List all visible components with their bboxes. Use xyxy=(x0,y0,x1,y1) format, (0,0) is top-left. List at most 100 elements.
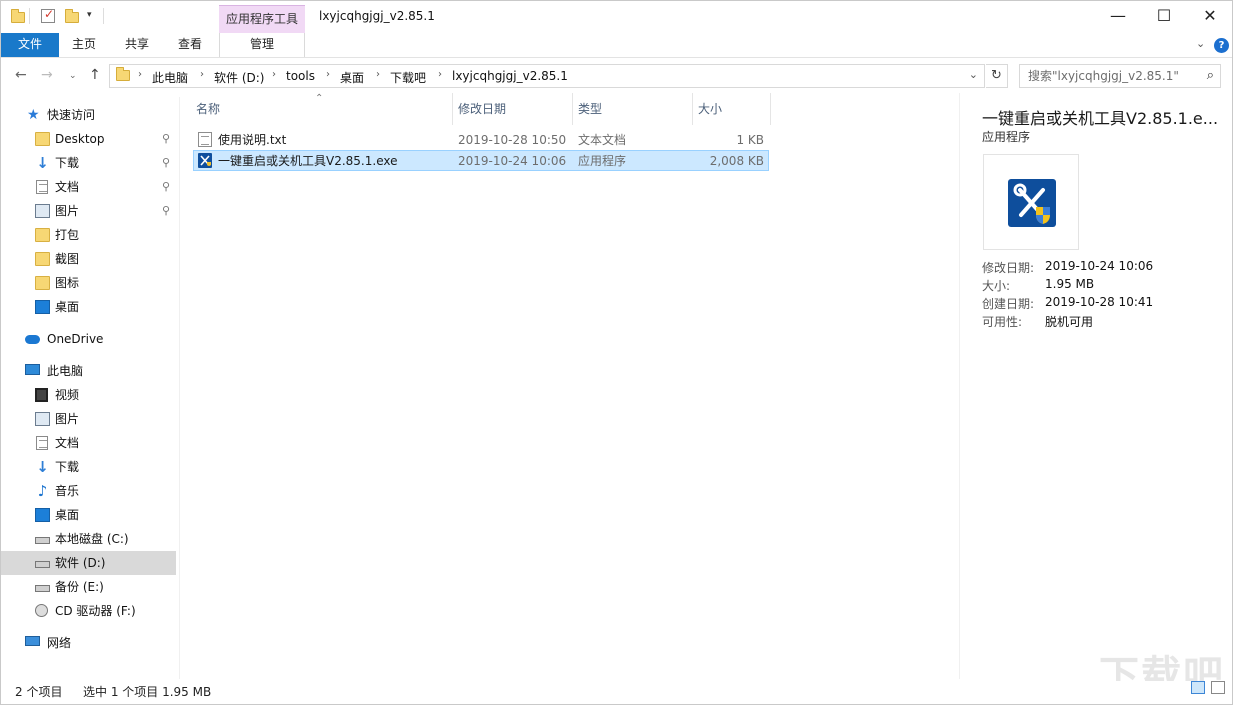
tab-view[interactable]: 查看 xyxy=(165,33,215,57)
music-icon: ♪ xyxy=(35,484,50,498)
breadcrumb-tools[interactable]: tools xyxy=(286,69,315,83)
help-icon[interactable]: ? xyxy=(1214,38,1229,53)
new-folder-icon[interactable] xyxy=(65,8,83,26)
breadcrumb-separator-icon[interactable]: › xyxy=(138,69,142,80)
folder-icon xyxy=(35,252,50,266)
nav-item-videos[interactable]: 视频 xyxy=(1,383,176,407)
divider xyxy=(29,8,30,24)
download-arrow-icon: ↓ xyxy=(35,460,50,474)
pin-icon[interactable]: ⚲ xyxy=(162,175,170,199)
column-header-label: 类型 xyxy=(578,102,602,116)
column-header-name[interactable]: 名称 ⌃ xyxy=(185,93,453,125)
address-bar[interactable]: › 此电脑 › 软件 (D:) › tools › 桌面 › 下载吧 › lxy… xyxy=(109,64,985,88)
nav-item-downloads[interactable]: ↓ 下载 ⚲ xyxy=(1,151,176,175)
cd-drive-icon xyxy=(35,604,48,617)
nav-onedrive[interactable]: OneDrive xyxy=(1,327,176,351)
address-dropdown-icon[interactable]: ⌄ xyxy=(969,68,978,81)
text-file-icon xyxy=(198,132,212,147)
nav-label: 图标 xyxy=(55,271,79,295)
nav-item-pack[interactable]: 打包 xyxy=(1,223,176,247)
nav-this-pc[interactable]: 此电脑 xyxy=(1,359,176,383)
nav-item-desktop[interactable]: Desktop ⚲ xyxy=(1,127,176,151)
breadcrumb-separator-icon[interactable]: › xyxy=(376,69,380,80)
nav-item-documents[interactable]: 文档 ⚲ xyxy=(1,175,176,199)
large-icons-view-icon[interactable] xyxy=(1211,681,1225,694)
search-input[interactable] xyxy=(1028,66,1198,86)
column-header-type[interactable]: 类型 xyxy=(567,93,693,125)
column-header-date[interactable]: 修改日期 xyxy=(447,93,573,125)
breadcrumb-xiazaiba[interactable]: 下载吧 xyxy=(390,69,426,86)
drive-icon xyxy=(35,585,50,592)
recent-locations-chevron-icon[interactable]: ⌄ xyxy=(69,71,77,81)
column-header-label: 修改日期 xyxy=(458,102,506,116)
status-bar: 2 个项目 选中 1 个项目 1.95 MB xyxy=(1,681,1232,704)
column-header-size[interactable]: 大小 xyxy=(687,93,771,125)
details-file-title: 一键重启或关机工具V2.85.1.e... xyxy=(982,105,1222,129)
tab-share[interactable]: 共享 xyxy=(112,33,162,57)
forward-arrow-icon[interactable]: → xyxy=(41,67,53,83)
picture-icon xyxy=(35,204,50,218)
nav-label: 本地磁盘 (C:) xyxy=(55,527,129,551)
breadcrumb-current-folder[interactable]: lxyjcqhgjgj_v2.85.1 xyxy=(452,69,568,83)
details-file-type: 应用程序 xyxy=(982,128,1030,145)
refresh-button[interactable]: ↻ xyxy=(986,64,1008,88)
back-arrow-icon[interactable]: ← xyxy=(15,67,27,83)
search-box[interactable]: ⌕ xyxy=(1019,64,1221,88)
breadcrumb-desktop[interactable]: 桌面 xyxy=(340,69,364,86)
nav-item-pc-desktop[interactable]: 桌面 xyxy=(1,503,176,527)
nav-item-desktop-cn[interactable]: 桌面 xyxy=(1,295,176,319)
breadcrumb-separator-icon[interactable]: › xyxy=(326,69,330,80)
file-row[interactable]: 一键重启或关机工具V2.85.1.exe 2019-10-24 10:06 应用… xyxy=(193,150,769,171)
nav-item-icons[interactable]: 图标 xyxy=(1,271,176,295)
pin-icon[interactable]: ⚲ xyxy=(162,127,170,151)
breadcrumb-separator-icon[interactable]: › xyxy=(200,69,204,80)
nav-item-pc-pictures[interactable]: 图片 xyxy=(1,407,176,431)
nav-network[interactable]: 网络 xyxy=(1,631,176,655)
video-icon xyxy=(35,388,48,402)
nav-quick-access[interactable]: ★ 快速访问 xyxy=(1,103,176,127)
details-value-availability: 脱机可用 xyxy=(1045,313,1093,330)
window-title: lxyjcqhgjgj_v2.85.1 xyxy=(319,9,435,23)
ribbon-tabs: 文件 主页 共享 查看 管理 ⌄ ? xyxy=(1,33,1232,58)
nav-item-drive-e[interactable]: 备份 (E:) xyxy=(1,575,176,599)
nav-label: CD 驱动器 (F:) xyxy=(55,599,136,623)
details-label-modified: 修改日期: xyxy=(982,259,1034,276)
folder-icon xyxy=(116,70,130,84)
breadcrumb-separator-icon[interactable]: › xyxy=(272,69,276,80)
tab-home[interactable]: 主页 xyxy=(59,33,109,57)
tab-file[interactable]: 文件 xyxy=(1,33,59,57)
nav-item-screenshots[interactable]: 截图 xyxy=(1,247,176,271)
nav-item-music[interactable]: ♪ 音乐 xyxy=(1,479,176,503)
nav-item-pictures[interactable]: 图片 ⚲ xyxy=(1,199,176,223)
properties-check-icon[interactable]: ✓ xyxy=(41,9,55,23)
maximize-button[interactable]: ☐ xyxy=(1141,1,1187,31)
folder-icon xyxy=(35,276,50,290)
file-thumbnail xyxy=(983,154,1079,250)
file-list: 名称 ⌃ 修改日期 类型 大小 使用说明.txt 2019-10-28 10:5… xyxy=(185,93,955,679)
divider xyxy=(103,8,104,24)
nav-item-pc-downloads[interactable]: ↓ 下载 xyxy=(1,455,176,479)
nav-item-cd-drive[interactable]: CD 驱动器 (F:) xyxy=(1,599,176,623)
pane-splitter[interactable] xyxy=(179,97,180,679)
up-arrow-icon[interactable]: ↑ xyxy=(89,67,101,83)
breadcrumb-this-pc[interactable]: 此电脑 xyxy=(152,69,188,86)
status-selection: 选中 1 个项目 1.95 MB xyxy=(83,681,211,704)
tab-manage[interactable]: 管理 xyxy=(219,33,305,57)
expand-ribbon-icon[interactable]: ⌄ xyxy=(1196,37,1205,50)
nav-item-drive-d[interactable]: 软件 (D:) xyxy=(1,551,176,575)
nav-item-drive-c[interactable]: 本地磁盘 (C:) xyxy=(1,527,176,551)
wrench-screwdriver-glyph xyxy=(198,153,212,168)
minimize-button[interactable]: — xyxy=(1095,1,1141,31)
nav-label: 此电脑 xyxy=(47,359,83,383)
pin-icon[interactable]: ⚲ xyxy=(162,151,170,175)
breadcrumb-separator-icon[interactable]: › xyxy=(438,69,442,80)
file-row[interactable]: 使用说明.txt 2019-10-28 10:50 文本文档 1 KB xyxy=(193,129,769,150)
nav-label: 备份 (E:) xyxy=(55,575,104,599)
nav-item-pc-documents[interactable]: 文档 xyxy=(1,431,176,455)
pin-icon[interactable]: ⚲ xyxy=(162,199,170,223)
details-value-modified: 2019-10-24 10:06 xyxy=(1045,259,1153,273)
details-view-icon[interactable] xyxy=(1191,681,1205,694)
close-button[interactable]: ✕ xyxy=(1187,1,1233,31)
computer-icon xyxy=(25,364,40,375)
breadcrumb-drive-d[interactable]: 软件 (D:) xyxy=(214,69,264,86)
